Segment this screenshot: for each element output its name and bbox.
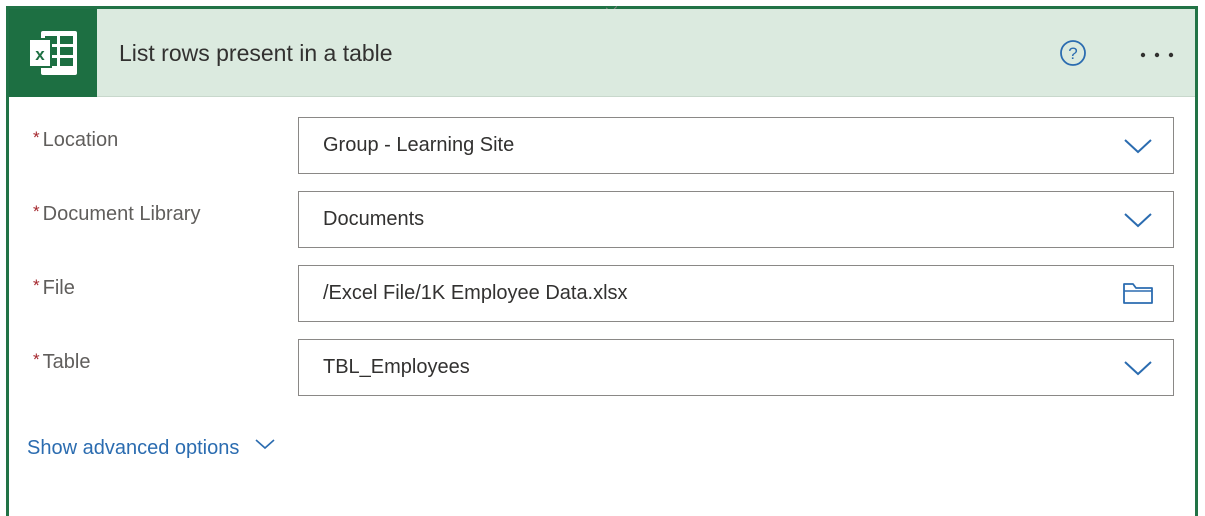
action-title: List rows present in a table — [119, 40, 393, 66]
location-label: * Location — [33, 128, 119, 152]
file-label: * File — [33, 276, 75, 300]
required-marker: * — [33, 350, 40, 369]
location-value: Group - Learning Site — [323, 134, 515, 156]
document-library-label-text: Document Library — [42, 203, 201, 225]
table-label: * Table — [33, 350, 91, 374]
document-library-dropdown[interactable]: Documents — [298, 191, 1174, 248]
file-label-text: File — [42, 277, 75, 299]
ellipsis-icon[interactable] — [1135, 39, 1179, 67]
document-library-value: Documents — [323, 208, 425, 230]
chevron-down-icon[interactable] — [1121, 352, 1155, 382]
action-header[interactable]: x List rows present in a table ? — [9, 9, 1195, 97]
required-marker: * — [33, 128, 40, 147]
chevron-down-icon[interactable] — [1121, 204, 1155, 234]
required-marker: * — [33, 276, 40, 295]
action-card: x List rows present in a table ? * Locati… — [6, 1, 1198, 516]
table-dropdown[interactable]: TBL_Employees — [298, 339, 1174, 396]
svg-text:x: x — [35, 45, 45, 64]
svg-text:?: ? — [1068, 44, 1077, 63]
help-circle-icon[interactable]: ? — [1059, 39, 1087, 67]
folder-icon[interactable] — [1121, 278, 1155, 308]
document-library-label: * Document Library — [33, 202, 201, 226]
excel-icon: x — [9, 9, 97, 97]
file-value: /Excel File/1K Employee Data.xlsx — [323, 282, 628, 304]
chevron-down-icon[interactable] — [1121, 130, 1155, 160]
location-label-text: Location — [42, 129, 119, 151]
chevron-down-icon — [253, 435, 277, 458]
show-advanced-options-link[interactable]: Show advanced options — [27, 437, 277, 460]
required-marker: * — [33, 202, 40, 221]
file-picker-field[interactable]: /Excel File/1K Employee Data.xlsx — [298, 265, 1174, 322]
table-label-text: Table — [42, 351, 91, 373]
table-value: TBL_Employees — [323, 356, 470, 378]
location-dropdown[interactable]: Group - Learning Site — [298, 117, 1174, 174]
advanced-options-label: Show advanced options — [27, 437, 240, 459]
